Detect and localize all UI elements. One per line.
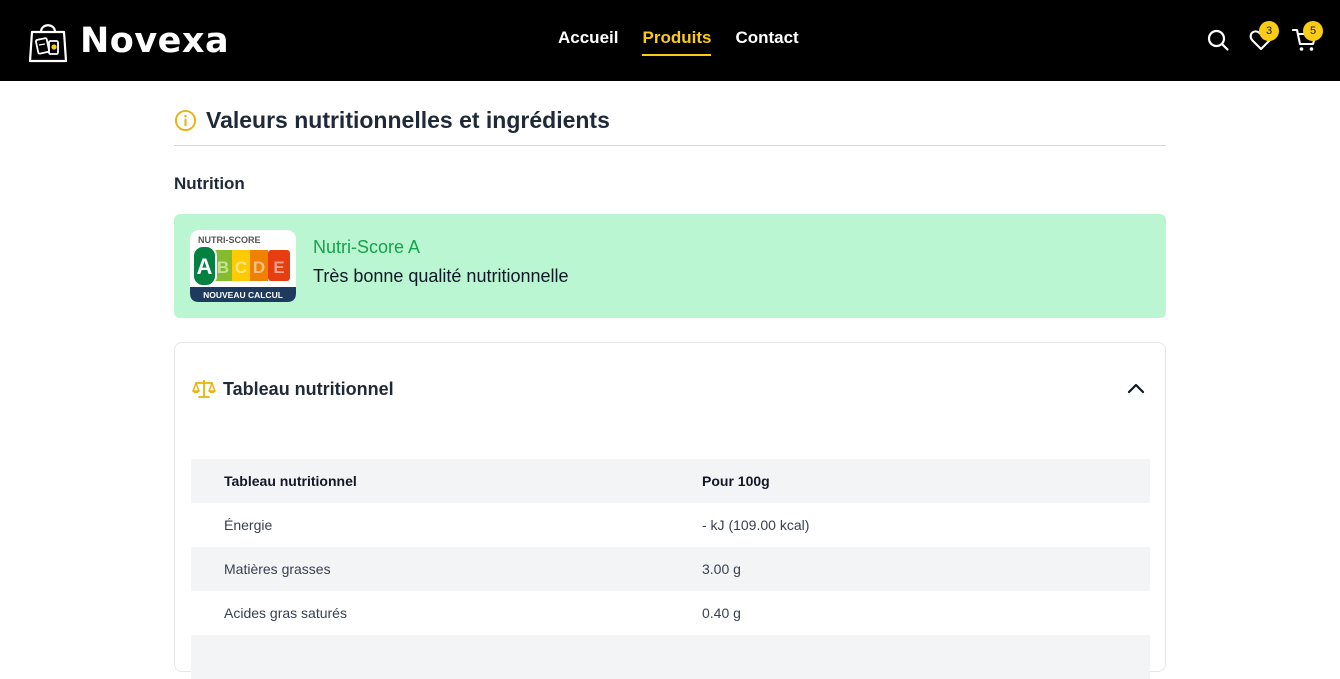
nutrient-value: 3.00 g xyxy=(702,561,741,577)
table-header-value: Pour 100g xyxy=(702,473,770,489)
nutrient-value: - kJ (109.00 kcal) xyxy=(702,517,810,533)
nutrient-name: Matières grasses xyxy=(224,561,331,577)
search-button[interactable] xyxy=(1206,28,1230,57)
nutrition-card-title: Tableau nutritionnel xyxy=(223,379,394,399)
table-row-partial xyxy=(191,635,1150,679)
brand-name: Novexa xyxy=(80,21,230,61)
chevron-up-icon[interactable] xyxy=(1127,381,1145,395)
nutriscore-description: Très bonne qualité nutritionnelle xyxy=(313,266,569,286)
nav-link-accueil[interactable]: Accueil xyxy=(558,28,618,56)
main-nav: Accueil Produits Contact xyxy=(558,28,823,56)
cart-count-badge: 5 xyxy=(1303,21,1323,41)
nutriscore-letter-d: D xyxy=(253,258,265,277)
wishlist-count-badge: 3 xyxy=(1259,21,1279,41)
table-row: Matières grasses 3.00 g xyxy=(191,547,1150,591)
table-header-row: Tableau nutritionnel Pour 100g xyxy=(191,459,1150,503)
table-row: Énergie - kJ (109.00 kcal) xyxy=(191,503,1150,547)
nutrient-name: Énergie xyxy=(224,517,273,533)
table-row: Acides gras saturés 0.40 g xyxy=(191,591,1150,635)
nutrient-name: Acides gras saturés xyxy=(224,605,347,621)
section-title: Valeurs nutritionnelles et ingrédients xyxy=(206,107,610,133)
top-navbar: Novexa Accueil Produits Contact 3 5 xyxy=(0,0,1340,81)
table-header-name: Tableau nutritionnel xyxy=(224,473,357,489)
shopping-bag-logo-icon xyxy=(28,24,68,63)
scale-icon xyxy=(192,380,216,398)
search-icon xyxy=(1207,29,1229,51)
info-icon xyxy=(174,109,197,132)
nav-link-produits[interactable]: Produits xyxy=(642,28,712,56)
nutriscore-logo-title: NUTRI-SCORE xyxy=(198,235,261,245)
nutriscore-letter-b: B xyxy=(217,258,229,277)
nutrient-value: 0.40 g xyxy=(702,605,741,621)
nutriscore-letter-c: C xyxy=(235,258,247,277)
nutrition-subtitle: Nutrition xyxy=(174,174,245,193)
nutriscore-panel: NUTRI-SCORE A B C D E NOUVEAU CALCUL Nut… xyxy=(174,214,1166,318)
nutriscore-letter-a: A xyxy=(197,254,213,279)
nutriscore-logo-subtitle: NOUVEAU CALCUL xyxy=(203,290,283,300)
nutrition-table: Tableau nutritionnel Pour 100g Énergie -… xyxy=(191,459,1150,679)
section-header: Valeurs nutritionnelles et ingrédients xyxy=(174,106,1166,146)
nav-link-contact[interactable]: Contact xyxy=(735,28,798,56)
nutriscore-grade: Nutri-Score A xyxy=(313,237,421,257)
nutrition-table-card: Tableau nutritionnel Tableau nutritionne… xyxy=(174,342,1166,679)
brand[interactable]: Novexa xyxy=(28,17,229,65)
nutriscore-letter-e: E xyxy=(273,258,284,277)
nutriscore-logo: NUTRI-SCORE A B C D E NOUVEAU CALCUL xyxy=(190,230,296,302)
